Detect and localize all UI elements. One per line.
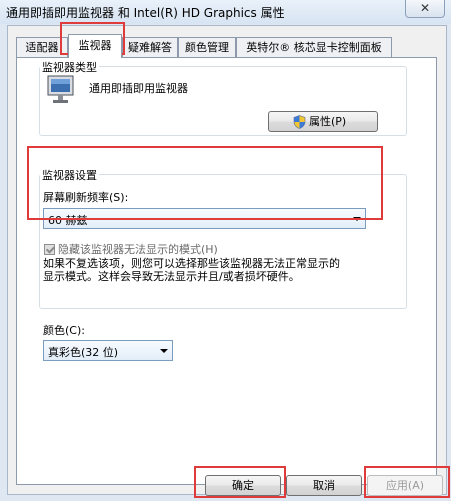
chevron-down-icon [353, 217, 361, 221]
help-text-line2: 显示模式。这样会导致无法显示并且/或者损坏硬件。 [43, 270, 300, 283]
apply-button[interactable]: 应用(A) [367, 475, 443, 496]
help-text-line1: 如果不复选该项，则您可以选择那些该监视器无法正常显示的 [43, 257, 340, 270]
tab-intel-control-panel[interactable]: 英特尔® 核芯显卡控制面板 [236, 37, 392, 57]
ok-button[interactable]: 确定 [205, 475, 281, 496]
hide-modes-checkbox[interactable] [44, 244, 55, 255]
refresh-rate-value: 60 赫兹 [48, 214, 88, 227]
dialog-body: 适配器 监视器 疑难解答 颜色管理 英特尔® 核芯显卡控制面板 监视器类型 通用… [7, 25, 447, 496]
window-title: 通用即插即用监视器 和 Intel(R) HD Graphics 属性 [6, 6, 285, 20]
tab-panel-monitor: 监视器类型 通用即插即用监视器 属性(P) 监视器设置 屏幕刷新频率(S): 6… [16, 57, 437, 485]
tab-adapter[interactable]: 适配器 [16, 37, 68, 57]
refresh-rate-select[interactable]: 60 赫兹 [43, 208, 366, 229]
monitor-type-title: 监视器类型 [40, 59, 99, 75]
chevron-down-icon [160, 349, 168, 353]
monitor-settings-title: 监视器设置 [40, 167, 99, 183]
monitor-icon [47, 75, 74, 103]
title-bar: 通用即插即用监视器 和 Intel(R) HD Graphics 属性 ✕ [0, 0, 451, 24]
hide-modes-label[interactable]: 隐藏该监视器无法显示的模式(H) [58, 241, 218, 257]
tab-monitor[interactable]: 监视器 [68, 34, 122, 58]
colors-value: 真彩色(32 位) [48, 346, 119, 359]
close-button[interactable]: ✕ [405, 0, 445, 18]
shield-icon [293, 115, 306, 129]
close-icon: ✕ [419, 1, 431, 15]
cancel-button[interactable]: 取消 [286, 475, 362, 496]
tab-troubleshoot[interactable]: 疑难解答 [122, 37, 178, 57]
properties-button[interactable]: 属性(P) [268, 111, 378, 132]
refresh-rate-label: 屏幕刷新频率(S): [43, 191, 129, 204]
colors-label: 颜色(C): [43, 324, 85, 337]
monitor-name: 通用即插即用监视器 [89, 82, 188, 95]
colors-select[interactable]: 真彩色(32 位) [43, 340, 173, 361]
properties-label: 属性(P) [309, 115, 347, 128]
tab-color-management[interactable]: 颜色管理 [178, 37, 236, 57]
